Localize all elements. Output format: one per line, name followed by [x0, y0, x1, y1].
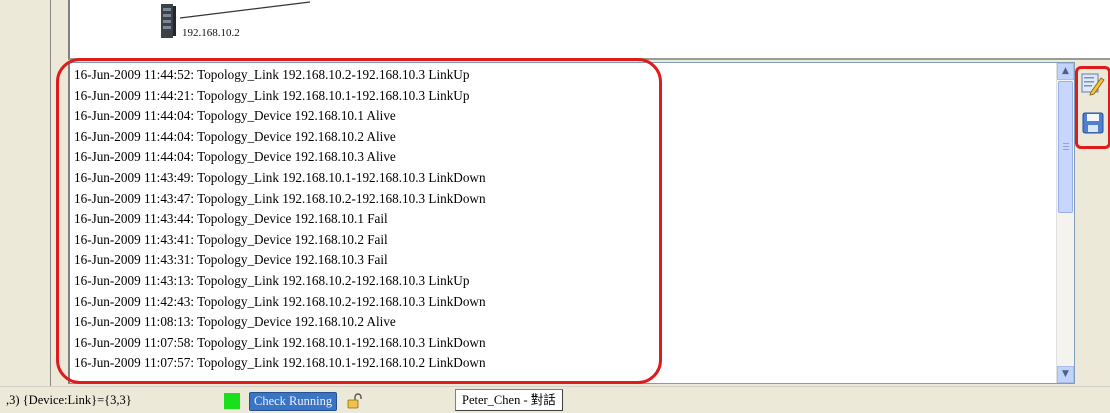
- thumb-grip-line: [1063, 149, 1069, 150]
- log-entry: 16-Jun-2009 11:44:04: Topology_Device 19…: [74, 128, 396, 144]
- left-panel: [0, 0, 60, 386]
- log-entry: 16-Jun-2009 11:44:04: Topology_Device 19…: [74, 108, 396, 124]
- log-entry: 16-Jun-2009 11:43:13: Topology_Link 192.…: [74, 272, 470, 288]
- log-entry: 16-Jun-2009 11:43:41: Topology_Device 19…: [74, 231, 388, 247]
- event-log-list[interactable]: 16-Jun-2009 11:44:52: Topology_Link 192.…: [68, 62, 1075, 384]
- thumb-grip-line: [1063, 143, 1069, 144]
- scroll-down-arrow-icon[interactable]: ▼: [1057, 366, 1074, 383]
- save-disk-icon[interactable]: [1081, 111, 1105, 135]
- log-entry: 16-Jun-2009 11:43:31: Topology_Device 19…: [74, 252, 388, 268]
- thumb-grip-line: [1063, 146, 1069, 147]
- chat-window-tab[interactable]: Peter_Chen - 對話: [455, 389, 563, 411]
- log-entry: 16-Jun-2009 11:07:57: Topology_Link 192.…: [74, 355, 486, 371]
- vertical-scrollbar[interactable]: ▲ ▼: [1056, 63, 1074, 383]
- log-entry: 16-Jun-2009 11:44:04: Topology_Device 19…: [74, 149, 396, 165]
- topology-link-line: [180, 1, 310, 19]
- scrollbar-thumb[interactable]: [1058, 81, 1073, 213]
- log-entry: 16-Jun-2009 11:44:52: Topology_Link 192.…: [74, 67, 470, 82]
- topology-view[interactable]: 192.168.10.2: [68, 0, 1110, 60]
- log-entry: 16-Jun-2009 11:08:13: Topology_Device 19…: [74, 314, 396, 330]
- unlocked-padlock-icon[interactable]: [346, 392, 364, 410]
- log-entry: 16-Jun-2009 11:43:49: Topology_Link 192.…: [74, 169, 486, 185]
- status-bar: ,3) {Device:Link}={3,3} Check Running Pe…: [0, 386, 1110, 413]
- check-running-button[interactable]: Check Running: [249, 392, 338, 411]
- log-entry: 16-Jun-2009 11:43:44: Topology_Device 19…: [74, 211, 388, 227]
- log-entry: 16-Jun-2009 11:44:21: Topology_Link 192.…: [74, 87, 470, 103]
- log-entry: 16-Jun-2009 11:07:58: Topology_Link 192.…: [74, 334, 486, 350]
- log-entries: 16-Jun-2009 11:44:52: Topology_Link 192.…: [74, 65, 486, 374]
- edit-log-icon[interactable]: [1081, 72, 1105, 96]
- log-entry: 16-Jun-2009 11:43:47: Topology_Link 192.…: [74, 190, 486, 206]
- scroll-up-arrow-icon[interactable]: ▲: [1057, 63, 1074, 80]
- log-entry: 16-Jun-2009 11:42:43: Topology_Link 192.…: [74, 293, 486, 309]
- running-indicator: [224, 393, 240, 409]
- device-label: 192.168.10.2: [182, 27, 240, 39]
- device-link-count: ,3) {Device:Link}={3,3}: [6, 393, 132, 407]
- left-panel-divider: [50, 0, 51, 386]
- switch-device-icon[interactable]: [158, 2, 178, 42]
